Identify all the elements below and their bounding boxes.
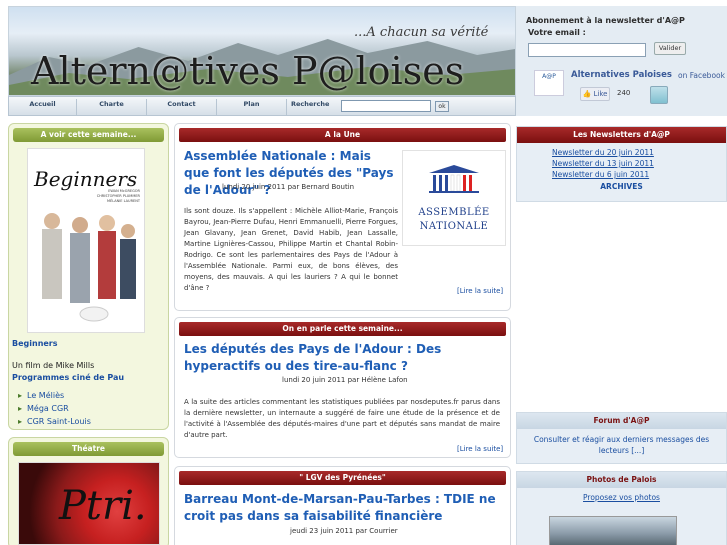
poster-cast: EWAN McGREGOR CHRISTOPHER PLUMMER MÉLANI… — [96, 189, 140, 203]
social-icon[interactable] — [650, 86, 668, 104]
theatre-image[interactable]: Ptri. — [18, 462, 160, 545]
poster-people-illustration — [42, 213, 136, 322]
article-meta: jeudi 23 juin 2011 par Courrier — [290, 527, 398, 535]
film-director: Un film de Mike Mills — [12, 361, 95, 370]
newsletters-box: Les Newsletters d'A@P Newsletter du 20 j… — [516, 126, 727, 202]
newsletters-box-title: Les Newsletters d'A@P — [517, 127, 726, 143]
email-field[interactable] — [528, 43, 646, 57]
search-submit-button[interactable]: ok — [435, 101, 449, 112]
theatre-box-title: Théatre — [13, 442, 164, 456]
newsletter-link[interactable]: Newsletter du 13 juin 2011 — [552, 159, 654, 168]
newsletter-submit-button[interactable]: Valider — [654, 42, 686, 55]
ap-logo-text: A@P — [542, 73, 556, 80]
article-meta: lundi 20 juin 2011 par Bernard Boutin — [222, 183, 355, 191]
newsletter-link[interactable]: Newsletter du 20 juin 2011 — [552, 148, 654, 157]
logo-line-2: NATIONALE — [419, 221, 489, 232]
newsletter-signup: Abonnement à la newsletter d'A@P Votre e… — [516, 6, 727, 116]
theatre-image-text: Ptri. — [59, 483, 147, 529]
forum-box: Forum d'A@P Consulter et réagir aux dern… — [516, 412, 727, 464]
movie-box-title: A voir cette semaine... — [13, 128, 164, 142]
section-header-a-la-une: A la Une — [179, 128, 506, 142]
article-meta: lundi 20 juin 2011 par Hélène Lafon — [282, 376, 408, 384]
poster-title: Beginners — [34, 167, 138, 191]
forum-link[interactable]: Consulter et réagir aux derniers message… — [527, 434, 716, 456]
film-title-link[interactable]: Beginners — [12, 339, 58, 348]
cinema-programs-link[interactable]: Programmes ciné de Pau — [12, 373, 124, 382]
forum-box-title: Forum d'A@P — [517, 413, 726, 429]
assemblee-building-icon — [429, 165, 479, 193]
thumbs-up-icon: 👍 — [582, 90, 592, 98]
like-label: Like — [593, 90, 608, 98]
photos-box-title: Photos de Palois — [517, 472, 726, 488]
site-banner[interactable]: ...A chacun sa vérité Altern@tives P@loi… — [8, 6, 516, 96]
main-navigation: Accueil Charte Contact Plan Recherche ok — [8, 96, 516, 116]
facebook-suffix[interactable]: on Facebook — [678, 71, 725, 80]
site-title: Altern@tives P@loises — [31, 49, 465, 93]
section-header-lgv: " LGV des Pyrénées" — [179, 471, 506, 485]
photo-thumbnail[interactable] — [549, 516, 677, 545]
article-excerpt: Ils sont douze. Ils s'appellent : Michèl… — [184, 207, 398, 292]
section-header-on-en-parle: On en parle cette semaine... — [179, 322, 506, 336]
cinema-link-melies[interactable]: Le Méliès — [18, 391, 64, 400]
nav-plan[interactable]: Plan — [217, 99, 287, 115]
nav-accueil[interactable]: Accueil — [9, 99, 77, 115]
facebook-page-link[interactable]: Alternatives Paloises — [571, 70, 672, 80]
email-label: Votre email : — [528, 28, 586, 37]
site-slogan: ...A chacun sa vérité — [354, 25, 489, 40]
logo-line-1: ASSEMBLÉE — [418, 207, 490, 218]
propose-photos-link[interactable]: Proposez vos photos — [517, 493, 726, 502]
cinema-link-mega-cgr[interactable]: Méga CGR — [18, 404, 69, 413]
article-title-assemblee[interactable]: Assemblée Nationale : Mais que font les … — [184, 148, 398, 199]
photos-box: Photos de Palois Proposez vos photos — [516, 471, 727, 545]
cinema-link-cgr-saint-louis[interactable]: CGR Saint-Louis — [18, 417, 91, 426]
like-count: 240 — [617, 89, 631, 97]
search-input[interactable] — [341, 100, 431, 112]
archives-link[interactable]: ARCHIVES — [517, 182, 726, 191]
article-title-barreau[interactable]: Barreau Mont-de-Marsan-Pau-Tarbes : TDIE… — [184, 491, 500, 525]
article-title-deputes[interactable]: Les députés des Pays de l'Adour : Des hy… — [184, 341, 506, 375]
nav-charte[interactable]: Charte — [77, 99, 147, 115]
newsletter-link[interactable]: Newsletter du 6 juin 2011 — [552, 170, 649, 179]
search-label: Recherche — [291, 100, 330, 108]
newsletter-signup-title: Abonnement à la newsletter d'A@P — [526, 16, 685, 25]
movie-poster[interactable]: Beginners EWAN McGREGOR CHRISTOPHER PLUM… — [27, 148, 145, 333]
ap-logo[interactable]: A@P — [534, 70, 564, 96]
nav-contact[interactable]: Contact — [147, 99, 217, 115]
article-excerpt: A la suite des articles commentant les s… — [184, 398, 500, 439]
read-more-link[interactable]: [Lire la suite] — [457, 287, 719, 295]
facebook-like-button[interactable]: 👍 Like — [580, 87, 610, 101]
assemblee-nationale-logo[interactable]: ASSEMBLÉE NATIONALE — [402, 150, 506, 246]
